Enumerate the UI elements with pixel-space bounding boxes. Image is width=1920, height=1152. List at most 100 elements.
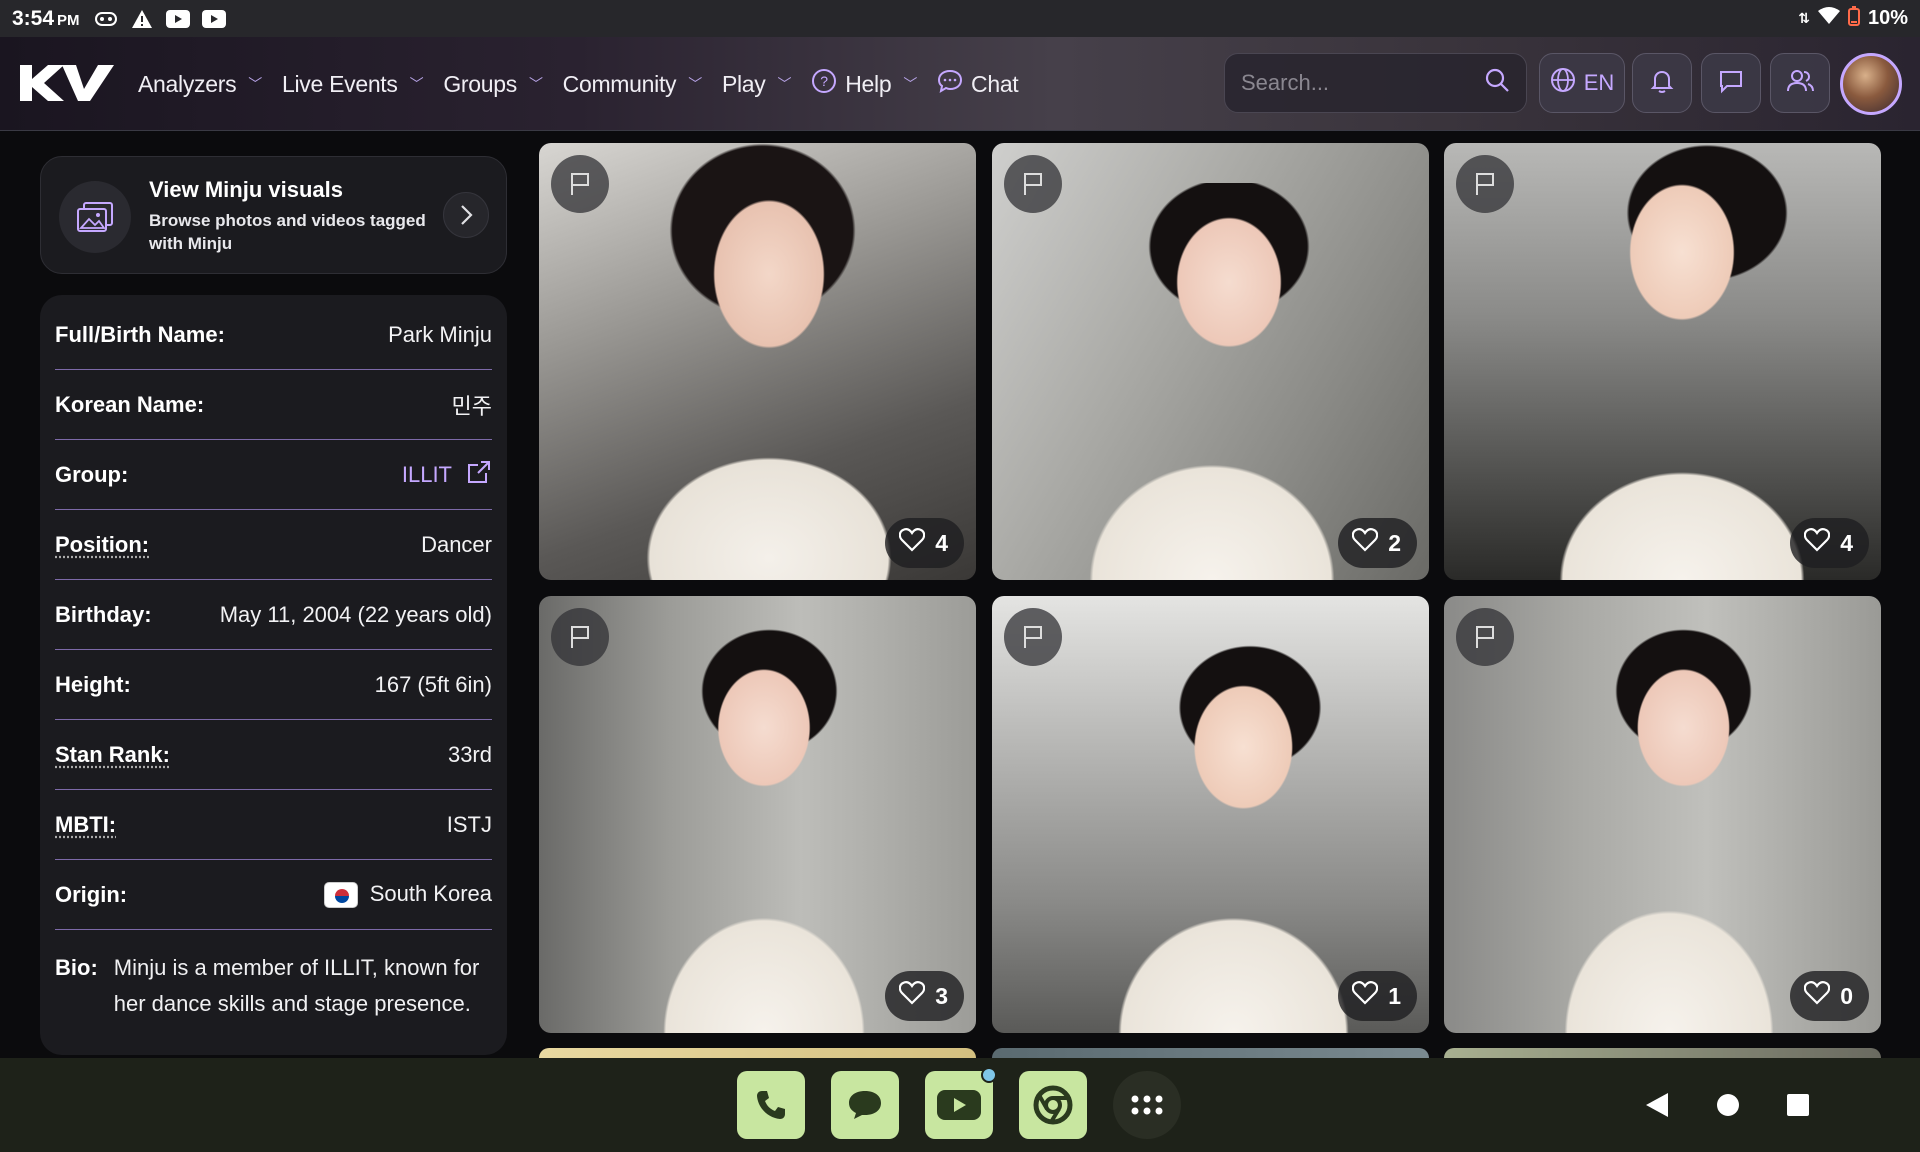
info-row-position: Position: Dancer: [55, 510, 492, 580]
nav-groups[interactable]: Groups ﹀: [443, 71, 543, 98]
heart-icon: [1803, 528, 1831, 558]
youtube-notification-icon: [201, 9, 226, 29]
full-name-value: Park Minju: [388, 321, 492, 347]
like-button[interactable]: 3: [885, 971, 964, 1021]
report-flag-icon[interactable]: [1456, 155, 1514, 213]
photo-card[interactable]: 2: [992, 143, 1429, 580]
group-link[interactable]: ILLIT: [402, 459, 492, 491]
language-selector[interactable]: EN: [1539, 53, 1625, 113]
messages-button[interactable]: [1701, 53, 1761, 113]
gamepad-notification-icon: [94, 9, 118, 29]
position-label[interactable]: Position:: [55, 532, 149, 558]
chevron-down-icon: ﹀: [248, 76, 262, 92]
photo-card[interactable]: 3: [539, 596, 976, 1033]
user-avatar[interactable]: [1840, 53, 1902, 115]
info-row-group: Group: ILLIT: [55, 440, 492, 510]
phone-app-icon[interactable]: [737, 1071, 805, 1139]
youtube-notification-icon: [165, 9, 190, 29]
position-value: Dancer: [421, 531, 492, 557]
info-row-korean-name: Korean Name: 민주: [55, 370, 492, 440]
birthday-value: May 11, 2004 (22 years old): [219, 601, 492, 627]
youtube-app-icon[interactable]: [925, 1067, 997, 1139]
report-flag-icon[interactable]: [1456, 608, 1514, 666]
stan-rank-value: 33rd: [447, 741, 492, 767]
info-row-full-name: Full/Birth Name: Park Minju: [55, 300, 492, 370]
chrome-app-icon[interactable]: [1019, 1071, 1087, 1139]
bio-label: Bio:: [55, 955, 98, 980]
chevron-down-icon: ﹀: [409, 76, 424, 92]
visuals-description: Browse photos and videos tagged with Min…: [149, 211, 426, 253]
info-row-mbti: MBTI: ISTJ: [55, 790, 492, 860]
status-bar: 3:54 PM ⇅ 10%: [0, 0, 1920, 37]
app-drawer-icon[interactable]: [1113, 1071, 1181, 1139]
chevron-down-icon: ﹀: [903, 76, 918, 92]
recents-button[interactable]: [1781, 1088, 1815, 1122]
chevron-down-icon: ﹀: [777, 76, 792, 92]
nav-analyzers[interactable]: Analyzers ﹀: [138, 71, 262, 98]
report-flag-icon[interactable]: [1004, 608, 1062, 666]
view-visuals-card[interactable]: View Minju visuals Browse photos and vid…: [40, 156, 507, 274]
visuals-title: View Minju visuals: [149, 177, 343, 202]
photo-card[interactable]: 4: [539, 143, 976, 580]
nav-help[interactable]: ? Help ﹀: [811, 68, 917, 100]
messages-app-icon[interactable]: [831, 1071, 899, 1139]
nav-live-events[interactable]: Live Events ﹀: [282, 71, 424, 98]
external-link-icon: [466, 459, 492, 491]
mbti-value: ISTJ: [446, 811, 492, 837]
like-button[interactable]: 4: [1790, 518, 1869, 568]
photo-card[interactable]: 1: [992, 596, 1429, 1033]
search-input[interactable]: [1241, 70, 1471, 96]
language-label: EN: [1583, 70, 1615, 95]
heart-icon: [1351, 981, 1379, 1011]
search-bar[interactable]: [1224, 53, 1527, 113]
profile-info-card: Full/Birth Name: Park Minju Korean Name:…: [40, 295, 507, 1055]
stan-rank-label[interactable]: Stan Rank:: [55, 742, 170, 768]
nav-community[interactable]: Community ﹀: [563, 71, 703, 98]
warning-icon: [130, 9, 154, 29]
bell-icon: [1648, 67, 1676, 100]
like-button[interactable]: 2: [1338, 518, 1417, 568]
info-row-origin: Origin: South Korea: [55, 860, 492, 930]
home-button[interactable]: [1711, 1088, 1745, 1122]
photo-card-partial[interactable]: [539, 1048, 976, 1058]
friends-button[interactable]: [1770, 53, 1830, 113]
wifi-icon: [1817, 6, 1840, 31]
korean-name-value: 민주: [451, 393, 492, 419]
status-time: 3:54 PM: [12, 6, 80, 30]
info-row-height: Height: 167 (5ft 6in): [55, 650, 492, 720]
photo-card[interactable]: 4: [1444, 143, 1881, 580]
heart-icon: [1351, 528, 1379, 558]
heart-icon: [1803, 981, 1831, 1011]
report-flag-icon[interactable]: [551, 155, 609, 213]
origin-value: South Korea: [323, 881, 492, 909]
photo-card[interactable]: 0: [1444, 596, 1881, 1033]
chevron-right-icon[interactable]: [443, 192, 489, 238]
heart-icon: [898, 528, 926, 558]
mbti-label[interactable]: MBTI:: [55, 812, 116, 838]
notifications-button[interactable]: [1632, 53, 1692, 113]
like-button[interactable]: 4: [885, 518, 964, 568]
south-korea-flag-icon: [323, 882, 358, 909]
battery-percent: 10%: [1867, 7, 1908, 29]
report-flag-icon[interactable]: [551, 608, 609, 666]
chevron-down-icon: ﹀: [688, 76, 702, 92]
like-button[interactable]: 0: [1790, 971, 1869, 1021]
nav-chat[interactable]: Chat: [937, 68, 1019, 100]
back-button[interactable]: [1640, 1088, 1674, 1122]
height-value: 167 (5ft 6in): [374, 671, 492, 697]
nav-play[interactable]: Play ﹀: [722, 71, 792, 98]
like-button[interactable]: 1: [1338, 971, 1417, 1021]
gallery-icon: [59, 181, 131, 253]
search-icon[interactable]: [1484, 67, 1510, 100]
like-count: 3: [935, 982, 948, 1009]
top-navigation: Analyzers ﹀ Live Events ﹀ Groups ﹀ Communit…: [0, 37, 1920, 131]
chevron-down-icon: ﹀: [528, 76, 543, 92]
globe-icon: [1550, 67, 1576, 99]
chat-bubble-icon: [937, 68, 963, 100]
svg-text:?: ?: [820, 73, 828, 89]
photo-card-partial[interactable]: [1444, 1048, 1881, 1058]
report-flag-icon[interactable]: [1004, 155, 1062, 213]
site-logo[interactable]: [18, 61, 116, 105]
photo-card-partial[interactable]: [992, 1048, 1429, 1058]
users-icon: [1785, 67, 1815, 100]
